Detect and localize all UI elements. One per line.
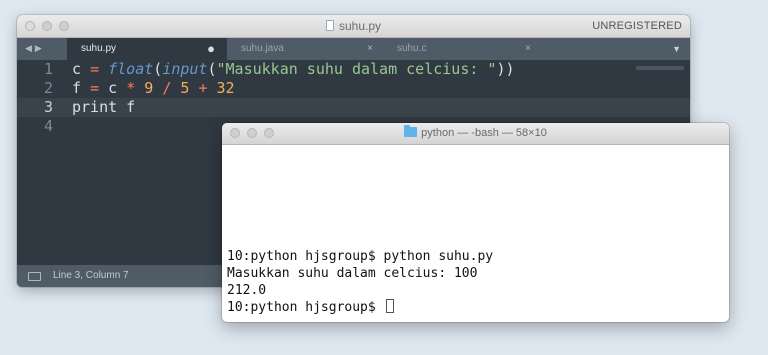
editor-title-text: suhu.py xyxy=(338,19,382,33)
token-paren: )) xyxy=(496,60,515,78)
modified-dot-icon[interactable]: ● xyxy=(207,38,215,60)
license-status: UNREGISTERED xyxy=(592,20,682,32)
tab-label: suhu.java xyxy=(241,43,284,54)
code-line-3: 3 print f xyxy=(17,98,690,117)
file-icon xyxy=(325,20,334,31)
token-operator: = xyxy=(90,60,100,78)
text-cursor xyxy=(385,299,394,313)
line-number: 2 xyxy=(43,79,53,97)
editor-title: suhu.py xyxy=(17,19,690,33)
terminal-titlebar[interactable]: python — -bash — 58×10 xyxy=(222,123,729,145)
terminal-title-text: python — -bash — 58×10 xyxy=(421,127,547,139)
line-number: 1 xyxy=(43,60,53,78)
token-number: 32 xyxy=(216,79,235,97)
close-tab-icon[interactable]: × xyxy=(367,38,373,60)
minimap[interactable] xyxy=(636,66,684,70)
terminal-output[interactable]: 10:python hjsgroup$ python suhu.py Masuk… xyxy=(227,248,724,316)
code-line-2: 2 f = c * 9 / 5 + 32 xyxy=(17,79,690,98)
editor-titlebar[interactable]: suhu.py UNREGISTERED xyxy=(17,15,690,38)
terminal-window: python — -bash — 58×10 10:python hjsgrou… xyxy=(222,123,729,322)
terminal-line: 10:python hjsgroup$ python suhu.py xyxy=(227,249,494,264)
token-string: "Masukkan suhu dalam celcius: " xyxy=(216,60,497,78)
terminal-line: 212.0 xyxy=(227,283,267,298)
tab-suhu-py[interactable]: suhu.py ● xyxy=(67,38,227,60)
token-variable: f xyxy=(72,79,82,97)
terminal-prompt: 10:python hjsgroup$ xyxy=(227,300,384,315)
token-operator: + xyxy=(198,79,208,97)
token-paren: ( xyxy=(153,60,163,78)
panel-icon[interactable] xyxy=(28,272,41,281)
token-function: float xyxy=(108,60,154,78)
cursor-position: Line 3, Column 7 xyxy=(53,270,129,281)
terminal-prompt-line: 10:python hjsgroup$ xyxy=(227,299,724,316)
terminal-line: Masukkan suhu dalam celcius: 100 xyxy=(227,266,478,281)
token-number: 9 xyxy=(144,79,154,97)
tab-suhu-c[interactable]: suhu.c × xyxy=(383,38,543,60)
folder-icon xyxy=(404,125,418,137)
line-number: 3 xyxy=(43,98,53,116)
tab-label: suhu.c xyxy=(397,43,427,54)
tab-dropdown-icon[interactable]: ▼ xyxy=(672,44,681,54)
terminal-title: python — -bash — 58×10 xyxy=(222,125,729,139)
token-operator: * xyxy=(126,79,136,97)
tab-nav-arrows-icon[interactable]: ◀▶ xyxy=(25,43,45,54)
token-operator: = xyxy=(90,79,100,97)
tab-suhu-java[interactable]: suhu.java × xyxy=(227,38,385,60)
tab-bar: ◀▶ suhu.py ● suhu.java × suhu.c × ▼ xyxy=(17,38,690,60)
close-tab-icon[interactable]: × xyxy=(525,38,531,60)
code-line-1: 1 c = float(input("Masukkan suhu dalam c… xyxy=(17,60,690,79)
tab-label: suhu.py xyxy=(81,43,117,54)
token-operator: / xyxy=(162,79,172,97)
token-variable: c xyxy=(108,79,118,97)
token-variable: c xyxy=(72,60,82,78)
token-function: input xyxy=(162,60,208,78)
token-number: 5 xyxy=(180,79,190,97)
token-paren: ( xyxy=(207,60,217,78)
line-number: 4 xyxy=(43,117,53,135)
code-text: print f xyxy=(72,98,136,116)
